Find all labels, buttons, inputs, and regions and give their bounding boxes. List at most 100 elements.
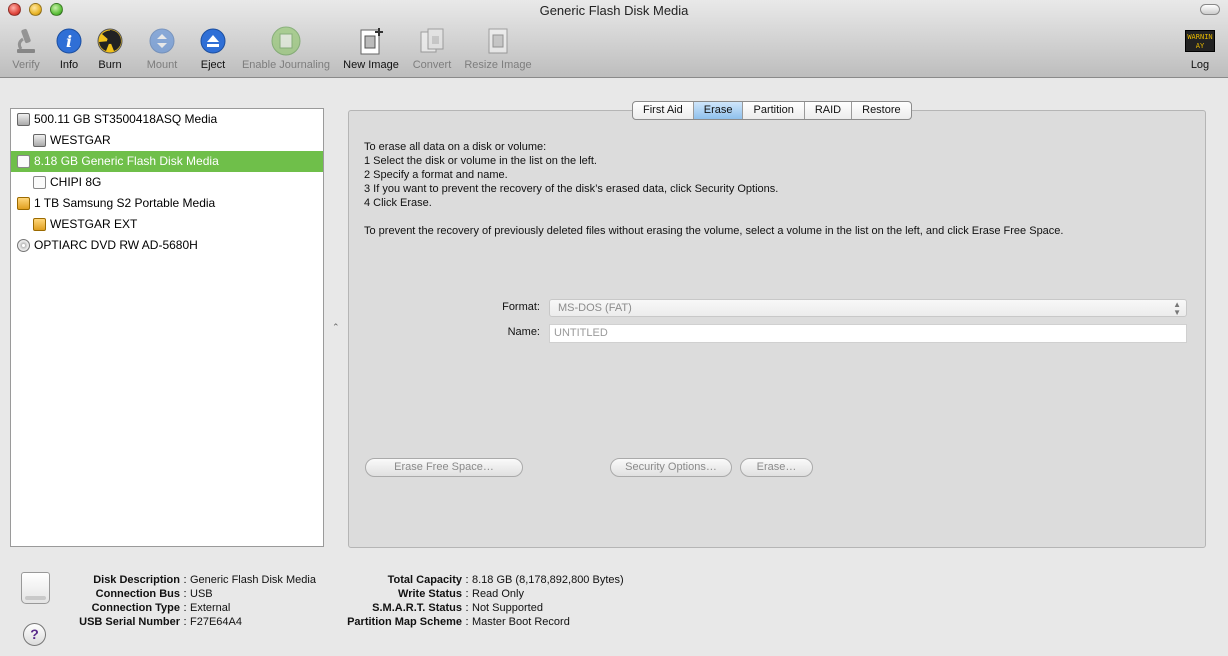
disk-item-selected[interactable]: 8.18 GB Generic Flash Disk Media	[11, 151, 323, 172]
flash-disk-icon	[17, 155, 30, 168]
format-select-value: MS-DOS (FAT)	[558, 302, 632, 314]
info-row: Write Status: Read Only	[320, 587, 624, 601]
format-select[interactable]: MS-DOS (FAT) ▲ ▼	[549, 299, 1187, 317]
new-image-label: New Image	[343, 59, 399, 71]
log-badge-line: AY 7:36	[1195, 42, 1205, 50]
info-row: Partition Map Scheme: Master Boot Record	[320, 615, 624, 629]
disk-item[interactable]: 500.11 GB ST3500418ASQ Media	[11, 109, 323, 130]
external-disk-icon	[33, 218, 46, 231]
enable-journaling-button[interactable]: Enable Journaling	[238, 26, 334, 76]
format-label: Format:	[502, 301, 540, 313]
tab-bar: First Aid Erase Partition RAID Restore	[632, 101, 912, 120]
verify-label: Verify	[12, 59, 40, 71]
name-field[interactable]: UNTITLED	[549, 324, 1187, 343]
disk-item-label: 8.18 GB Generic Flash Disk Media	[34, 154, 219, 168]
disk-info-right: Total Capacity:8.18 GB (8,178,892,800 By…	[320, 573, 624, 629]
tab-erase[interactable]: Erase	[693, 102, 744, 119]
info-value: Not Supported	[472, 602, 543, 614]
resize-image-button[interactable]: Resize Image	[462, 26, 534, 76]
resize-image-label: Resize Image	[464, 59, 532, 71]
disk-item-label: OPTIARC DVD RW AD-5680H	[34, 238, 198, 252]
burn-button[interactable]: Burn	[95, 26, 125, 76]
flash-disk-icon	[33, 176, 46, 189]
info-key: Connection Bus	[95, 588, 180, 600]
svg-text:i: i	[66, 32, 72, 51]
resize-image-icon	[483, 26, 513, 56]
info-value: F27E64A4	[190, 616, 242, 628]
window-title: Generic Flash Disk Media	[539, 3, 689, 18]
disk-item[interactable]: 1 TB Samsung S2 Portable Media	[11, 193, 323, 214]
window-toolbar: Generic Flash Disk Media Verify i Info B…	[0, 0, 1228, 78]
convert-label: Convert	[412, 59, 452, 71]
mount-button[interactable]: Mount	[144, 26, 180, 76]
log-label: Log	[1190, 59, 1210, 71]
info-icon: i	[54, 26, 84, 56]
select-arrows-icon: ▲ ▼	[1173, 300, 1181, 317]
hard-disk-icon	[33, 134, 46, 147]
info-button[interactable]: i Info	[54, 26, 84, 76]
info-key: USB Serial Number	[79, 616, 180, 628]
name-field-value: UNTITLED	[554, 327, 608, 339]
journaling-icon	[271, 26, 301, 56]
volume-item[interactable]: WESTGAR	[11, 130, 323, 151]
log-button[interactable]: WARNIN AY 7:36 Log	[1182, 26, 1218, 76]
info-row: Connection Type: External	[60, 601, 316, 615]
info-value: Master Boot Record	[472, 616, 570, 628]
convert-button[interactable]: Convert	[409, 26, 455, 76]
eject-icon	[198, 26, 228, 56]
convert-icon	[417, 26, 447, 56]
erase-instructions: To erase all data on a disk or volume: 1…	[364, 140, 1063, 238]
info-value: USB	[190, 588, 213, 600]
help-button[interactable]: ?	[23, 623, 46, 646]
info-key: S.M.A.R.T. Status	[372, 602, 462, 614]
tab-partition[interactable]: Partition	[743, 102, 805, 119]
info-row: Total Capacity:8.18 GB (8,178,892,800 By…	[320, 573, 624, 587]
instruction-line: To erase all data on a disk or volume:	[364, 141, 547, 153]
info-value: Read Only	[472, 588, 524, 600]
tab-first-aid[interactable]: First Aid	[633, 102, 694, 119]
volume-item[interactable]: WESTGAR EXT	[11, 214, 323, 235]
volume-item[interactable]: CHIPI 8G	[11, 172, 323, 193]
info-value: Generic Flash Disk Media	[190, 574, 316, 586]
info-label: Info	[59, 59, 79, 71]
optical-disc-icon	[17, 239, 30, 252]
disk-list: 500.11 GB ST3500418ASQ Media WESTGAR 8.1…	[10, 108, 324, 547]
tab-raid[interactable]: RAID	[805, 102, 853, 119]
info-value: 8.18 GB (8,178,892,800 Bytes)	[472, 574, 624, 586]
free-space-note: To prevent the recovery of previously de…	[364, 225, 1064, 237]
name-label: Name:	[507, 326, 540, 338]
toolbar-toggle-button[interactable]	[1200, 4, 1220, 15]
erase-button[interactable]: Erase…	[740, 458, 813, 477]
external-disk-icon	[17, 197, 30, 210]
erase-free-space-button[interactable]: Erase Free Space…	[365, 458, 523, 477]
volume-item-label: CHIPI 8G	[50, 175, 102, 189]
info-row: Connection Bus: USB	[60, 587, 316, 601]
disk-info-left: Disk Description: Generic Flash Disk Medi…	[60, 573, 316, 629]
verify-button[interactable]: Verify	[8, 26, 44, 76]
new-image-icon	[356, 26, 386, 56]
volume-item-label: WESTGAR	[50, 133, 111, 147]
splitter-handle-icon[interactable]: ⌃	[332, 322, 340, 333]
info-row: USB Serial Number: F27E64A4	[60, 615, 316, 629]
eject-button[interactable]: Eject	[197, 26, 229, 76]
burn-label: Burn	[98, 59, 122, 71]
volume-item-label: WESTGAR EXT	[50, 217, 138, 231]
info-key: Disk Description	[93, 574, 180, 586]
security-options-button[interactable]: Security Options…	[610, 458, 732, 477]
enable-journaling-label: Enable Journaling	[241, 59, 331, 71]
instruction-line: 4 Click Erase.	[364, 197, 432, 209]
log-badge-line: WARNIN	[1187, 33, 1213, 41]
info-key: Write Status	[398, 588, 462, 600]
tab-restore[interactable]: Restore	[852, 102, 911, 119]
selected-disk-icon	[21, 572, 50, 604]
mount-icon	[147, 26, 177, 56]
new-image-button[interactable]: New Image	[341, 26, 401, 76]
eject-label: Eject	[200, 59, 226, 71]
disk-item[interactable]: OPTIARC DVD RW AD-5680H	[11, 235, 323, 256]
info-row: Disk Description: Generic Flash Disk Medi…	[60, 573, 316, 587]
disk-item-label: 500.11 GB ST3500418ASQ Media	[34, 112, 218, 126]
microscope-icon	[11, 26, 41, 56]
info-key: Connection Type	[91, 602, 180, 614]
disk-item-label: 1 TB Samsung S2 Portable Media	[34, 196, 216, 210]
log-icon: WARNIN AY 7:36	[1185, 26, 1215, 56]
